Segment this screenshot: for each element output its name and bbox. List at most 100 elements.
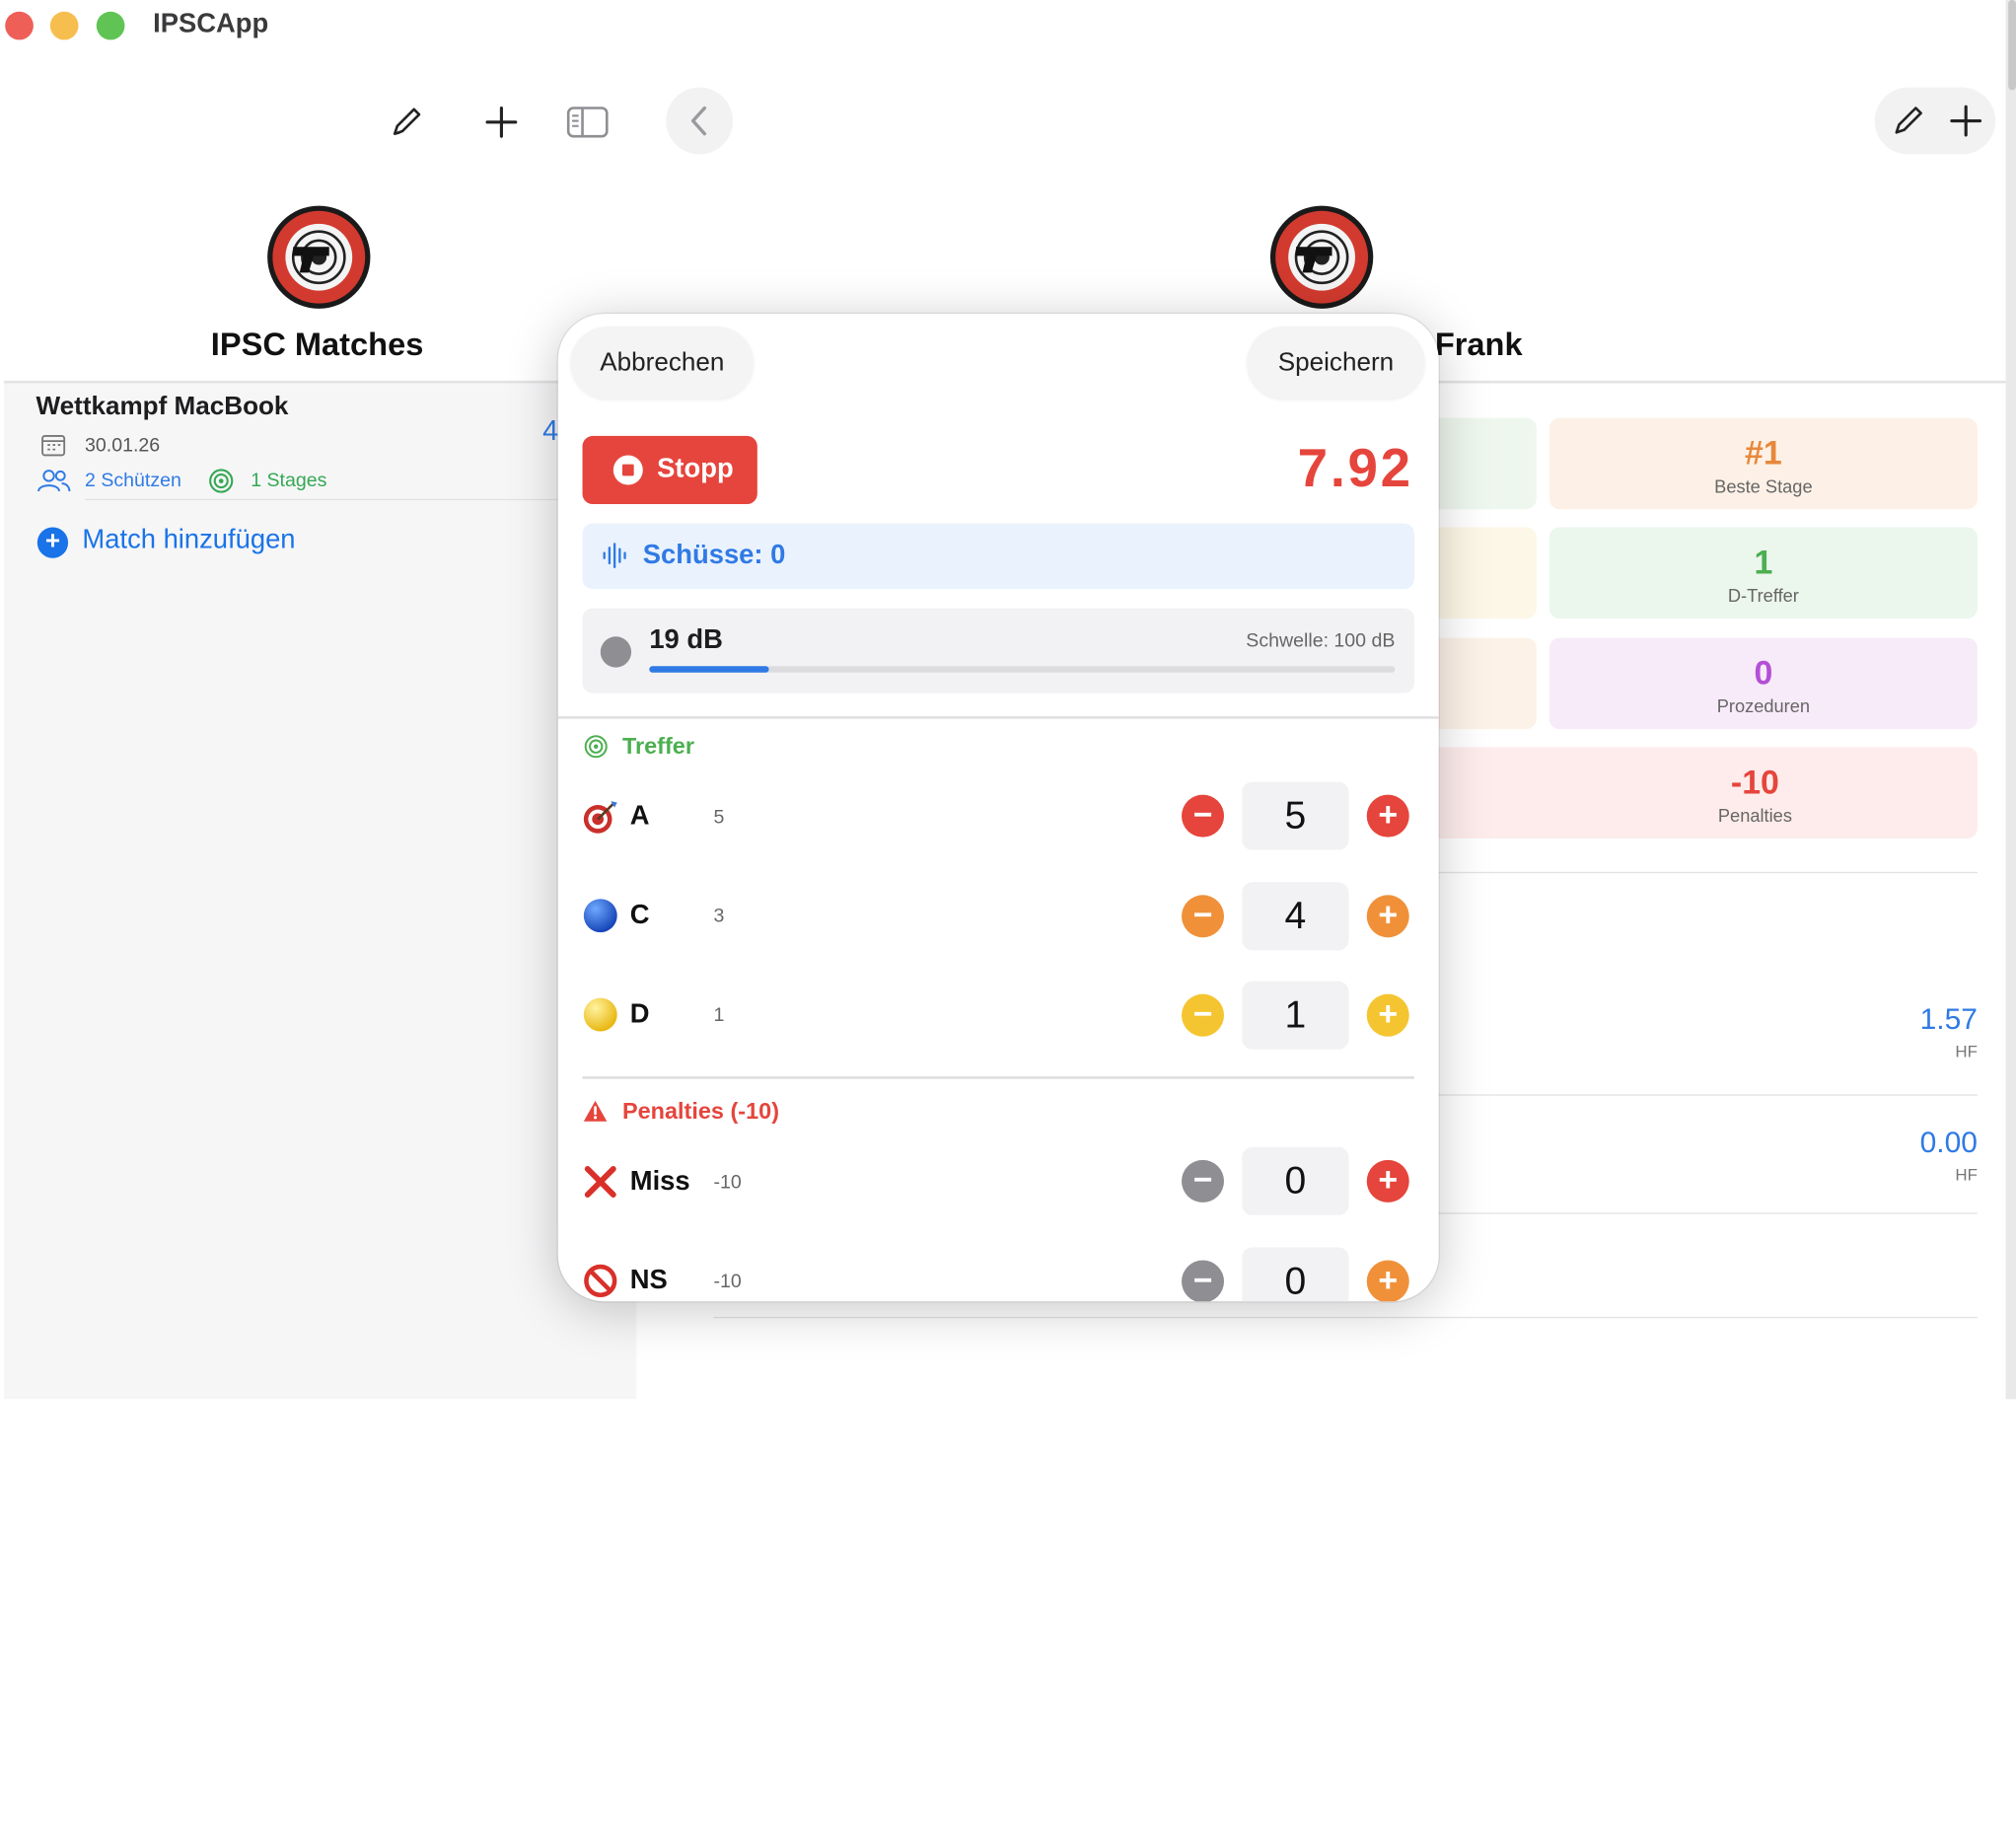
hit-count: 1 [1242, 981, 1349, 1050]
stop-label: Stopp [657, 454, 734, 484]
penalties-section-label: Penalties (-10) [621, 1098, 780, 1125]
back-button[interactable] [666, 87, 734, 155]
increment-button[interactable]: + [1366, 794, 1409, 838]
db-level-fill [649, 666, 769, 673]
divider [1434, 1094, 1978, 1096]
scoring-sheet: Abbrechen Speichern Stopp 7.92 Schüsse: … [557, 314, 1439, 1302]
add-match-label: Match hinzufügen [82, 524, 296, 554]
add-plus-icon[interactable] [1940, 95, 1991, 146]
divider [557, 716, 1439, 719]
zone-label: C [629, 900, 650, 930]
zone-points: 5 [713, 806, 725, 829]
zone-label: D [629, 998, 650, 1029]
increment-button[interactable]: + [1366, 993, 1409, 1037]
divider [713, 1316, 1978, 1319]
stat-value: 1 [1754, 543, 1773, 582]
club-logo [267, 205, 371, 309]
shots-label: Schüsse: 0 [642, 540, 786, 570]
stage: IPSCApp IPSC Matches Frank Wettkampf Mac… [0, 0, 2016, 1824]
red-x-icon [584, 1166, 616, 1198]
waveform-icon [603, 543, 626, 569]
close-window-button[interactable] [5, 11, 34, 40]
best-stage-card: #1 Beste Stage [1548, 417, 1978, 510]
calendar-icon [41, 435, 66, 457]
decrement-button[interactable]: − [1182, 993, 1225, 1037]
divider [3, 380, 634, 384]
db-value: 19 dB [649, 624, 723, 655]
zone-points: 1 [713, 1004, 725, 1027]
db-level-bar [649, 666, 1396, 673]
match-date: 30.01.26 [85, 434, 161, 457]
d-hits-card: 1 D-Treffer [1548, 527, 1978, 620]
app-title: IPSCApp [153, 9, 269, 39]
zone-points: -10 [713, 1270, 742, 1293]
detail-title: Frank [1434, 327, 1523, 363]
people-icon [37, 470, 71, 492]
hf-value: 1.57 [1919, 1001, 1978, 1036]
app-window: IPSCApp IPSC Matches Frank Wettkampf Mac… [0, 0, 2006, 1400]
timer-display: 7.92 [1297, 437, 1413, 498]
shots-counter: Schüsse: 0 [582, 523, 1414, 590]
increment-button[interactable]: + [1366, 895, 1409, 938]
match-shooters: 2 Schützen [85, 469, 181, 491]
stat-value: -10 [1730, 763, 1779, 802]
hf-label: HF [1955, 1041, 1978, 1061]
sidebar-toggle-icon[interactable] [562, 97, 613, 148]
stop-button[interactable]: Stopp [582, 435, 757, 505]
zoom-window-button[interactable] [96, 11, 125, 40]
zone-label: NS [629, 1265, 668, 1295]
match-stages: 1 Stages [251, 469, 327, 491]
divider [1434, 1212, 1978, 1214]
stat-label: Penalties [1717, 805, 1792, 826]
recording-indicator-icon [600, 636, 632, 668]
yellow-circle-icon [583, 997, 617, 1032]
zone-points: 3 [713, 905, 725, 927]
match-name: Wettkampf MacBook [36, 392, 289, 421]
club-logo [1269, 205, 1374, 309]
zone-points: -10 [713, 1171, 742, 1194]
window-edge [2005, 0, 2016, 1400]
stat-value: #1 [1745, 433, 1782, 473]
hits-section-label: Treffer [621, 733, 694, 760]
decrement-button[interactable]: − [1182, 1159, 1225, 1203]
stop-icon [612, 455, 643, 485]
decrement-button[interactable]: − [1182, 895, 1225, 938]
hit-count: 4 [1242, 882, 1349, 951]
hf-value: 0.00 [1919, 1125, 1978, 1159]
stat-label: Prozeduren [1716, 695, 1811, 717]
cancel-button[interactable]: Abbrechen [570, 327, 754, 400]
target-icon [209, 469, 234, 493]
target-dart-icon [583, 801, 617, 834]
decrement-button[interactable]: − [1182, 794, 1225, 838]
edit-pencil-icon[interactable] [381, 97, 432, 148]
penalty-count: 0 [1242, 1247, 1349, 1302]
decrement-button[interactable]: − [1182, 1260, 1225, 1302]
sidebar-title: IPSC Matches [210, 327, 424, 363]
target-icon [584, 735, 608, 759]
warning-icon [583, 1100, 608, 1122]
add-plus-icon[interactable] [475, 97, 527, 148]
save-button[interactable]: Speichern [1247, 327, 1425, 400]
divider [1434, 871, 1978, 874]
divider [1434, 380, 2006, 384]
db-threshold: Schwelle: 100 dB [1246, 629, 1396, 652]
chevron-left-icon [690, 106, 707, 136]
divider [85, 498, 574, 501]
increment-button[interactable]: + [1366, 1159, 1409, 1203]
edit-pencil-icon[interactable] [1882, 95, 1933, 146]
detail-toolbar [1874, 87, 1996, 155]
blue-circle-icon [583, 899, 617, 933]
penalties-card: -10 Penalties [1413, 747, 1978, 839]
stat-value: 0 [1754, 653, 1773, 693]
minimize-window-button[interactable] [49, 11, 79, 40]
penalty-count: 0 [1242, 1146, 1349, 1215]
plus-circle-icon: + [36, 527, 69, 558]
no-entry-icon [584, 1264, 617, 1298]
stat-label: D-Treffer [1727, 585, 1799, 606]
sound-level-meter: 19 dB Schwelle: 100 dB [582, 608, 1414, 693]
zone-label: Miss [629, 1166, 690, 1197]
zone-label: A [629, 801, 650, 832]
increment-button[interactable]: + [1366, 1260, 1409, 1302]
hit-count: 5 [1242, 781, 1349, 850]
stat-label: Beste Stage [1714, 475, 1813, 497]
